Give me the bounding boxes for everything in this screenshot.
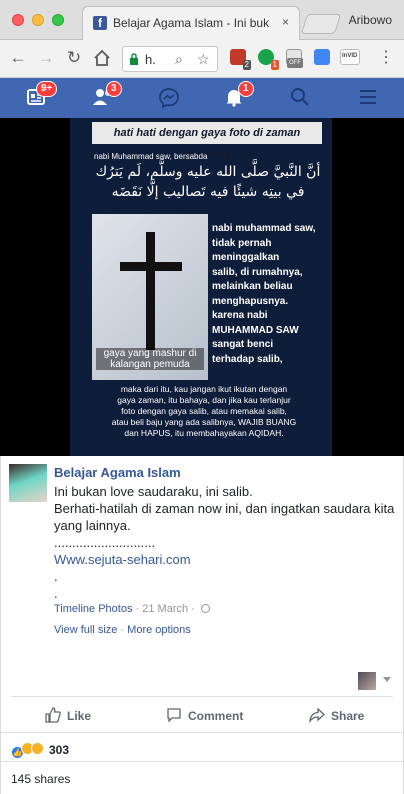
post-photo[interactable]: hati hati dengan gaya foto di zaman seka… [0,118,404,456]
divider [1,732,404,733]
post-line: Ini bukan love saudaraku, ini salib. [54,484,253,499]
news-feed-badge: 9+ [36,81,58,97]
profile-name[interactable]: Aribowo [349,13,392,27]
public-globe-icon [200,604,210,613]
photo-options: View full size · More options [54,624,191,636]
post-author[interactable]: Belajar Agama Islam [54,465,181,480]
more-options-link[interactable]: More options [127,624,191,636]
hand-cross-image: gaya yang mashur di kalangan pemuda [92,214,208,380]
browser-tab[interactable]: f Belajar Agama Islam - Ini buk × [82,6,300,40]
share-label: Share [331,709,365,723]
address-bar[interactable]: h. ⌕ ☆ [122,46,218,72]
view-full-size-link[interactable]: View full size [54,624,117,636]
poster-header: hati hati dengan gaya foto di zaman seka… [92,122,322,161]
lock-icon [130,53,138,65]
search-icon[interactable]: ⌕ [175,51,183,68]
reload-icon[interactable]: ↻ [64,48,84,68]
share-arrow-icon [309,707,325,723]
cross-icon [146,232,155,350]
cross-bar [120,262,182,271]
poster-image: hati hati dengan gaya foto di zaman seka… [70,118,332,456]
browser-tab-strip: f Belajar Agama Islam - Ini buk × Aribow… [0,0,404,40]
tab-close-icon[interactable]: × [282,15,289,29]
home-icon[interactable] [92,48,112,68]
like-label: Like [67,709,92,723]
post-date[interactable]: 21 March [142,603,188,615]
meta-separator: · [132,603,143,615]
viewer-avatar[interactable] [358,672,376,690]
post-dot: . [54,569,58,584]
image-caption: gaya yang mashur di kalangan pemuda [96,348,204,370]
comment-icon [167,708,181,723]
search-icon[interactable] [290,87,312,109]
messenger-icon[interactable] [158,87,180,109]
translate-icon[interactable] [314,49,330,65]
comment-label: Comment [188,709,244,723]
thumbs-up-icon [45,707,61,723]
close-window-button[interactable] [12,14,24,26]
poster-arabic-text: أنَّ النَّبيَّ صلَّى الله عليه وسلَّم، ل… [95,164,321,200]
grammar-icon[interactable]: 1 [258,49,279,70]
ublock-icon[interactable]: 2 [230,49,251,70]
comment-button[interactable]: Comment [166,707,243,723]
like-button[interactable]: Like [45,707,91,723]
chevron-down-icon[interactable] [383,677,391,682]
bookmark-star-icon[interactable]: ☆ [197,51,210,68]
post-line: ............................ [54,535,156,550]
meta-separator: · [188,603,198,615]
post-dot: . [54,586,58,601]
shares-count[interactable]: 145 shares [11,772,70,786]
post-meta: Timeline Photos · 21 March · [54,603,210,615]
divider [11,696,393,697]
friend-requests-icon[interactable]: 3 [92,81,122,109]
forward-arrow-icon[interactable]: → [36,48,56,68]
tab-title: Belajar Agama Islam - Ini buk [113,16,270,30]
reactions-summary[interactable]: 👍 303 [11,742,69,759]
poster-right-text: nabi muhammad saw, tidak pernah meningga… [212,223,316,365]
minimize-window-button[interactable] [32,14,44,26]
meta-separator: · [117,624,128,636]
avatar[interactable] [9,464,47,502]
poster-subheader: nabi Muhammad saw, bersabda [94,152,208,161]
notifications-bell-icon[interactable]: 1 [224,81,254,109]
album-link[interactable]: Timeline Photos [54,603,132,615]
divider [1,761,404,762]
new-tab-button[interactable] [300,14,342,34]
facebook-favicon-icon: f [93,16,107,30]
reaction-count: 303 [49,743,70,757]
zoom-window-button[interactable] [52,14,64,26]
facebook-nav-bar: 9+ 3 1 [0,78,404,118]
invid-icon[interactable]: InVID [340,49,360,65]
back-arrow-icon[interactable]: ← [8,48,28,68]
post-line: yang lainnya. [54,518,131,533]
post-card: Belajar Agama Islam Ini bukan love sauda… [0,456,404,794]
chrome-menu-icon[interactable]: ⋮ [376,48,396,68]
news-feed-icon[interactable]: 9+ [26,81,58,109]
notifications-badge: 1 [238,81,254,97]
post-link[interactable]: Www.sejuta-sehari.com [54,551,394,568]
post-line: Berhati-hatilah di zaman now ini, dan in… [54,501,395,516]
post-body: Ini bukan love saudaraku, ini salib. Ber… [54,483,394,602]
friend-requests-badge: 3 [106,81,122,97]
share-button[interactable]: Share [309,707,364,723]
poster-bottom-text: maka dari itu, kau jangan ikut ikutan de… [111,384,297,438]
sad-reaction-icon [31,742,44,755]
url-text: h. [145,52,156,67]
offline-icon[interactable]: OFF [286,49,303,68]
menu-icon[interactable] [358,87,380,109]
browser-toolbar: ← → ↻ h. ⌕ ☆ 2 1 OFF InVID ⋮ [0,40,404,78]
